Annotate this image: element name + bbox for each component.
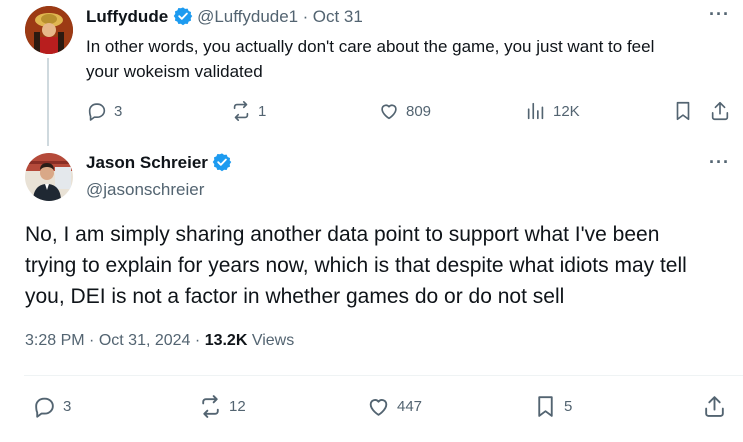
like-icon	[369, 399, 388, 416]
separator: ·	[194, 332, 201, 349]
display-name[interactable]: Luffydude	[86, 7, 168, 26]
views-count: 12K	[553, 102, 580, 120]
separator: ·	[89, 332, 95, 349]
reply-count: 3	[63, 398, 72, 415]
tweet-text: No, I am simply sharing another data poi…	[25, 223, 687, 308]
more-icon[interactable]: ···	[709, 152, 730, 173]
reply-icon	[88, 103, 106, 121]
handle[interactable]: @jasonschreier	[86, 180, 204, 200]
share-button[interactable]	[702, 394, 727, 419]
thread-line	[47, 58, 49, 146]
like-count: 447	[397, 398, 423, 415]
display-name[interactable]: Jason Schreier	[86, 153, 208, 172]
more-icon[interactable]: ···	[709, 4, 730, 25]
tweet-time[interactable]: 3:28 PM	[25, 332, 85, 349]
verified-badge-icon	[173, 6, 193, 26]
like-button[interactable]: 447	[366, 394, 422, 419]
bookmark-button[interactable]	[672, 100, 694, 122]
divider	[24, 375, 743, 376]
like-button[interactable]: 809	[378, 100, 431, 122]
views-label: Views	[251, 332, 295, 349]
views-icon	[527, 102, 544, 120]
like-icon	[381, 104, 397, 120]
separator: ·	[302, 7, 309, 26]
like-count: 809	[406, 102, 432, 120]
share-icon	[711, 101, 729, 121]
reply-count: 3	[114, 102, 123, 120]
repost-count: 1	[258, 102, 267, 120]
bookmark-button[interactable]: 5	[533, 394, 572, 419]
reply-button[interactable]: 3	[32, 394, 71, 419]
handle[interactable]: @Luffydude1	[197, 7, 298, 26]
share-button[interactable]	[709, 100, 731, 122]
views-count: 13.2K	[204, 332, 248, 349]
tweet-text: In other words, you actually don't care …	[86, 37, 655, 81]
bookmark-count: 5	[564, 398, 573, 415]
bookmark-icon	[676, 101, 690, 121]
reply-icon	[35, 397, 54, 418]
avatar[interactable]	[25, 153, 73, 201]
views-button[interactable]: 12K	[525, 100, 580, 122]
reply-button[interactable]: 3	[86, 100, 122, 122]
avatar[interactable]	[25, 6, 73, 54]
repost-count: 12	[229, 398, 246, 415]
tweet-metadata: 3:28 PM · Oct 31, 2024 · 13.2K Views	[25, 332, 294, 350]
repost-button[interactable]: 1	[230, 100, 266, 122]
share-icon	[705, 396, 724, 417]
repost-button[interactable]: 12	[198, 394, 246, 419]
tweet-date[interactable]: Oct 31, 2024	[99, 332, 191, 349]
verified-badge-icon	[212, 152, 232, 172]
repost-icon	[202, 395, 219, 418]
tweet-date[interactable]: Oct 31	[313, 7, 363, 26]
repost-icon	[233, 101, 249, 121]
bookmark-icon	[538, 396, 553, 417]
